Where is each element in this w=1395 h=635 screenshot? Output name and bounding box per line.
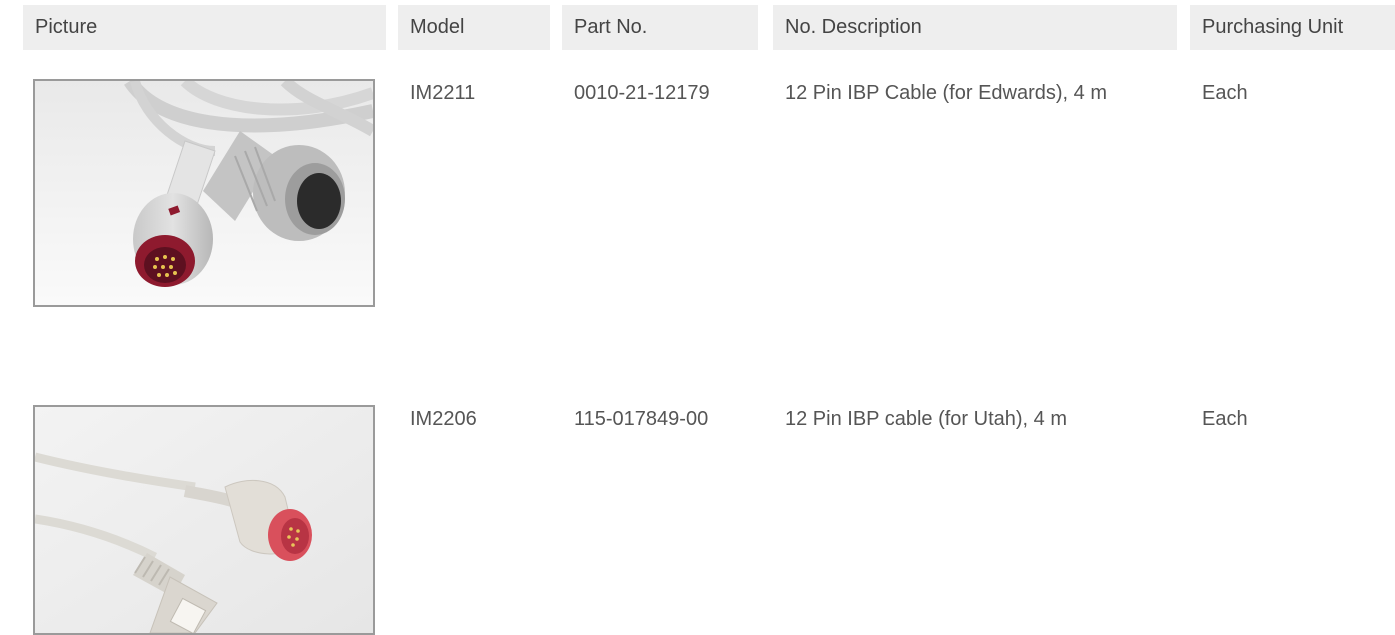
product-image[interactable] bbox=[33, 405, 375, 635]
product-table: Picture Model Part No. No. Description P… bbox=[23, 0, 1395, 635]
product-image[interactable] bbox=[33, 79, 375, 307]
cell-part-no: 0010-21-12179 bbox=[574, 82, 710, 104]
header-description: No. Description bbox=[773, 5, 1177, 50]
header-purchasing-unit: Purchasing Unit bbox=[1190, 5, 1395, 50]
ibp-cable-edwards-photo-icon bbox=[35, 81, 373, 305]
cell-description: 12 Pin IBP Cable (for Edwards), 4 m bbox=[785, 82, 1107, 104]
cell-part-no: 115-017849-00 bbox=[574, 408, 709, 430]
table-header-row: Picture Model Part No. No. Description P… bbox=[23, 5, 1395, 50]
table-row: IM2211 0010-21-12179 12 Pin IBP Cable (f… bbox=[23, 79, 1395, 307]
header-part-no: Part No. bbox=[562, 5, 758, 50]
cell-description: 12 Pin IBP cable (for Utah), 4 m bbox=[785, 408, 1067, 430]
cell-purchasing-unit: Each bbox=[1202, 408, 1248, 430]
header-picture: Picture bbox=[23, 5, 386, 50]
cell-purchasing-unit: Each bbox=[1202, 82, 1248, 104]
cell-model: IM2211 bbox=[410, 82, 476, 104]
table-row: IM2206 115-017849-00 12 Pin IBP cable (f… bbox=[23, 405, 1395, 635]
ibp-cable-utah-photo-icon bbox=[35, 407, 373, 633]
header-model: Model bbox=[398, 5, 550, 50]
cell-model: IM2206 bbox=[410, 408, 477, 430]
